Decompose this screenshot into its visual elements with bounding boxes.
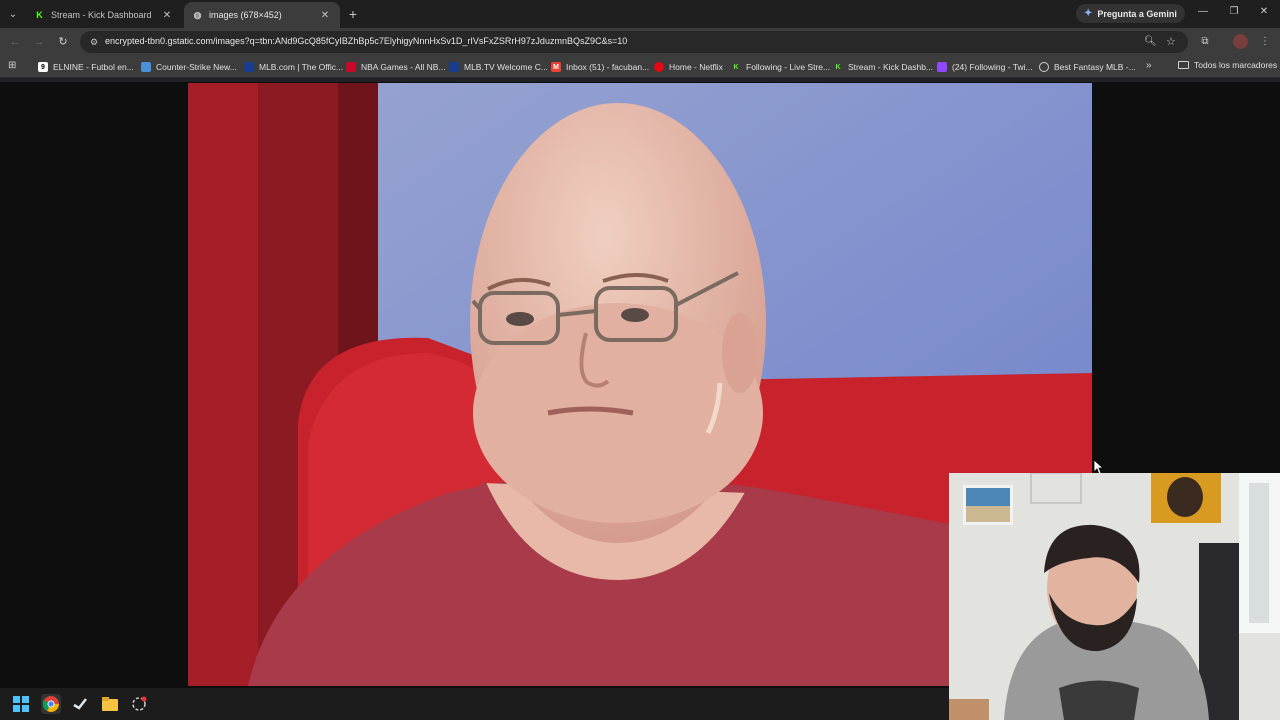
- webcam-streamer: [949, 473, 1280, 720]
- restore-icon[interactable]: ❐: [1226, 6, 1242, 17]
- bookmarks-bar: ⊞ 9 ELNINE - Futbol en... Counter-Strike…: [0, 56, 1280, 78]
- tab-images[interactable]: ◍ images (678×452) ✕: [184, 2, 340, 28]
- bookmark-label: MLB.com | The Offic...: [259, 62, 344, 72]
- close-icon[interactable]: ✕: [318, 10, 332, 21]
- kick-icon: K: [36, 10, 43, 20]
- kick-icon: K: [835, 63, 841, 71]
- circle-icon: [1039, 62, 1049, 72]
- bookmark-label: Home - Netflix: [669, 62, 723, 72]
- bookmark-label: ELNINE - Futbol en...: [53, 62, 134, 72]
- nba-icon: [346, 62, 356, 72]
- tab-title: images (678×452): [209, 10, 282, 20]
- tab-title: Stream - Kick Dashboard: [51, 10, 152, 20]
- menu-dots-icon[interactable]: ⋮: [1258, 35, 1272, 49]
- tab-search-icon[interactable]: ⌄: [4, 5, 22, 23]
- gmail-icon: M: [551, 62, 561, 72]
- bookmark-star-icon[interactable]: ☆: [1166, 35, 1176, 48]
- url-text[interactable]: encrypted-tbn0.gstatic.com/images?q=tbn:…: [105, 36, 627, 46]
- folder-icon: [1178, 61, 1189, 69]
- bookmark-label: Best Fantasy MLB -...: [1054, 62, 1136, 72]
- netflix-icon: [654, 62, 664, 72]
- bookmark-label: Stream - Kick Dashb...: [848, 62, 934, 72]
- file-explorer-icon[interactable]: [100, 694, 120, 714]
- bookmark-mlbtv[interactable]: MLB.TV Welcome C...: [449, 60, 548, 74]
- forward-arrow-icon[interactable]: →: [31, 34, 47, 50]
- mlb-icon: [449, 62, 459, 72]
- mouse-cursor-icon: [1094, 460, 1104, 474]
- windows-start-icon[interactable]: [11, 694, 31, 714]
- bookmark-counter-strike[interactable]: Counter-Strike New...: [141, 60, 237, 74]
- bookmark-label: Counter-Strike New...: [156, 62, 237, 72]
- bookmark-label: Inbox (51) - facuban...: [566, 62, 650, 72]
- bookmark-label: (24) Following - Twi...: [952, 62, 1033, 72]
- bookmark-mlb[interactable]: MLB.com | The Offic...: [244, 60, 343, 74]
- extensions-icon[interactable]: ⧉: [1198, 35, 1212, 49]
- bookmark-label: NBA Games - All NB...: [361, 62, 446, 72]
- new-tab-button[interactable]: +: [344, 5, 362, 23]
- close-icon[interactable]: ✕: [160, 10, 174, 21]
- chevron-double-right-icon[interactable]: »: [1146, 60, 1152, 71]
- bookmark-fantasy-mlb[interactable]: Best Fantasy MLB -...: [1039, 60, 1136, 74]
- kick-icon: K: [733, 63, 739, 71]
- globe-icon: ◍: [193, 9, 202, 20]
- bookmark-twitch[interactable]: (24) Following - Twi...: [937, 60, 1033, 74]
- bookmark-nba[interactable]: NBA Games - All NB...: [346, 60, 446, 74]
- chrome-icon[interactable]: [41, 694, 61, 714]
- zoom-icon[interactable]: 🔍︎: [1144, 36, 1157, 47]
- steam-icon[interactable]: [70, 694, 90, 714]
- twitch-icon: [937, 62, 947, 72]
- tab-strip: ⌄ K Stream - Kick Dashboard ✕ ◍ images (…: [0, 0, 1280, 28]
- profile-avatar[interactable]: [1233, 34, 1248, 49]
- back-arrow-icon[interactable]: ←: [7, 34, 23, 50]
- tab-kick-dashboard[interactable]: K Stream - Kick Dashboard ✕: [26, 2, 182, 28]
- gemini-label: Pregunta a Gemini: [1097, 8, 1177, 19]
- all-bookmarks-label: Todos los marcadores: [1194, 60, 1278, 70]
- elnine-icon: 9: [38, 62, 48, 72]
- site-info-icon[interactable]: ⚙: [88, 36, 100, 48]
- bookmark-netflix[interactable]: Home - Netflix: [654, 60, 723, 74]
- address-bar[interactable]: ⚙ encrypted-tbn0.gstatic.com/images?q=tb…: [80, 31, 1188, 53]
- webcam-overlay: [949, 473, 1280, 720]
- browser-chrome: ⌄ K Stream - Kick Dashboard ✕ ◍ images (…: [0, 0, 1280, 82]
- gemini-sparkle-icon: ✦: [1084, 8, 1093, 19]
- bookmark-kick-following[interactable]: K Following - Live Stre...: [731, 60, 830, 74]
- all-bookmarks-button[interactable]: Todos los marcadores: [1178, 60, 1277, 70]
- toolbar: ← → ↻ ⚙ encrypted-tbn0.gstatic.com/image…: [0, 28, 1280, 56]
- reload-icon[interactable]: ↻: [55, 34, 71, 50]
- bookmark-label: Following - Live Stre...: [746, 62, 831, 72]
- minimize-icon[interactable]: —: [1195, 6, 1211, 17]
- bookmark-gmail[interactable]: M Inbox (51) - facuban...: [551, 60, 649, 74]
- cs-icon: [141, 62, 151, 72]
- mlb-icon: [244, 62, 254, 72]
- bookmark-label: MLB.TV Welcome C...: [464, 62, 548, 72]
- ask-gemini-button[interactable]: ✦ Pregunta a Gemini: [1076, 4, 1185, 23]
- recording-app-icon[interactable]: [129, 694, 149, 714]
- apps-grid-icon[interactable]: ⊞: [8, 60, 20, 72]
- bookmark-elnine[interactable]: 9 ELNINE - Futbol en...: [38, 60, 134, 74]
- window-close-icon[interactable]: ✕: [1256, 6, 1272, 17]
- bookmark-kick-dashboard[interactable]: K Stream - Kick Dashb...: [833, 60, 933, 74]
- taskbar: [0, 688, 949, 720]
